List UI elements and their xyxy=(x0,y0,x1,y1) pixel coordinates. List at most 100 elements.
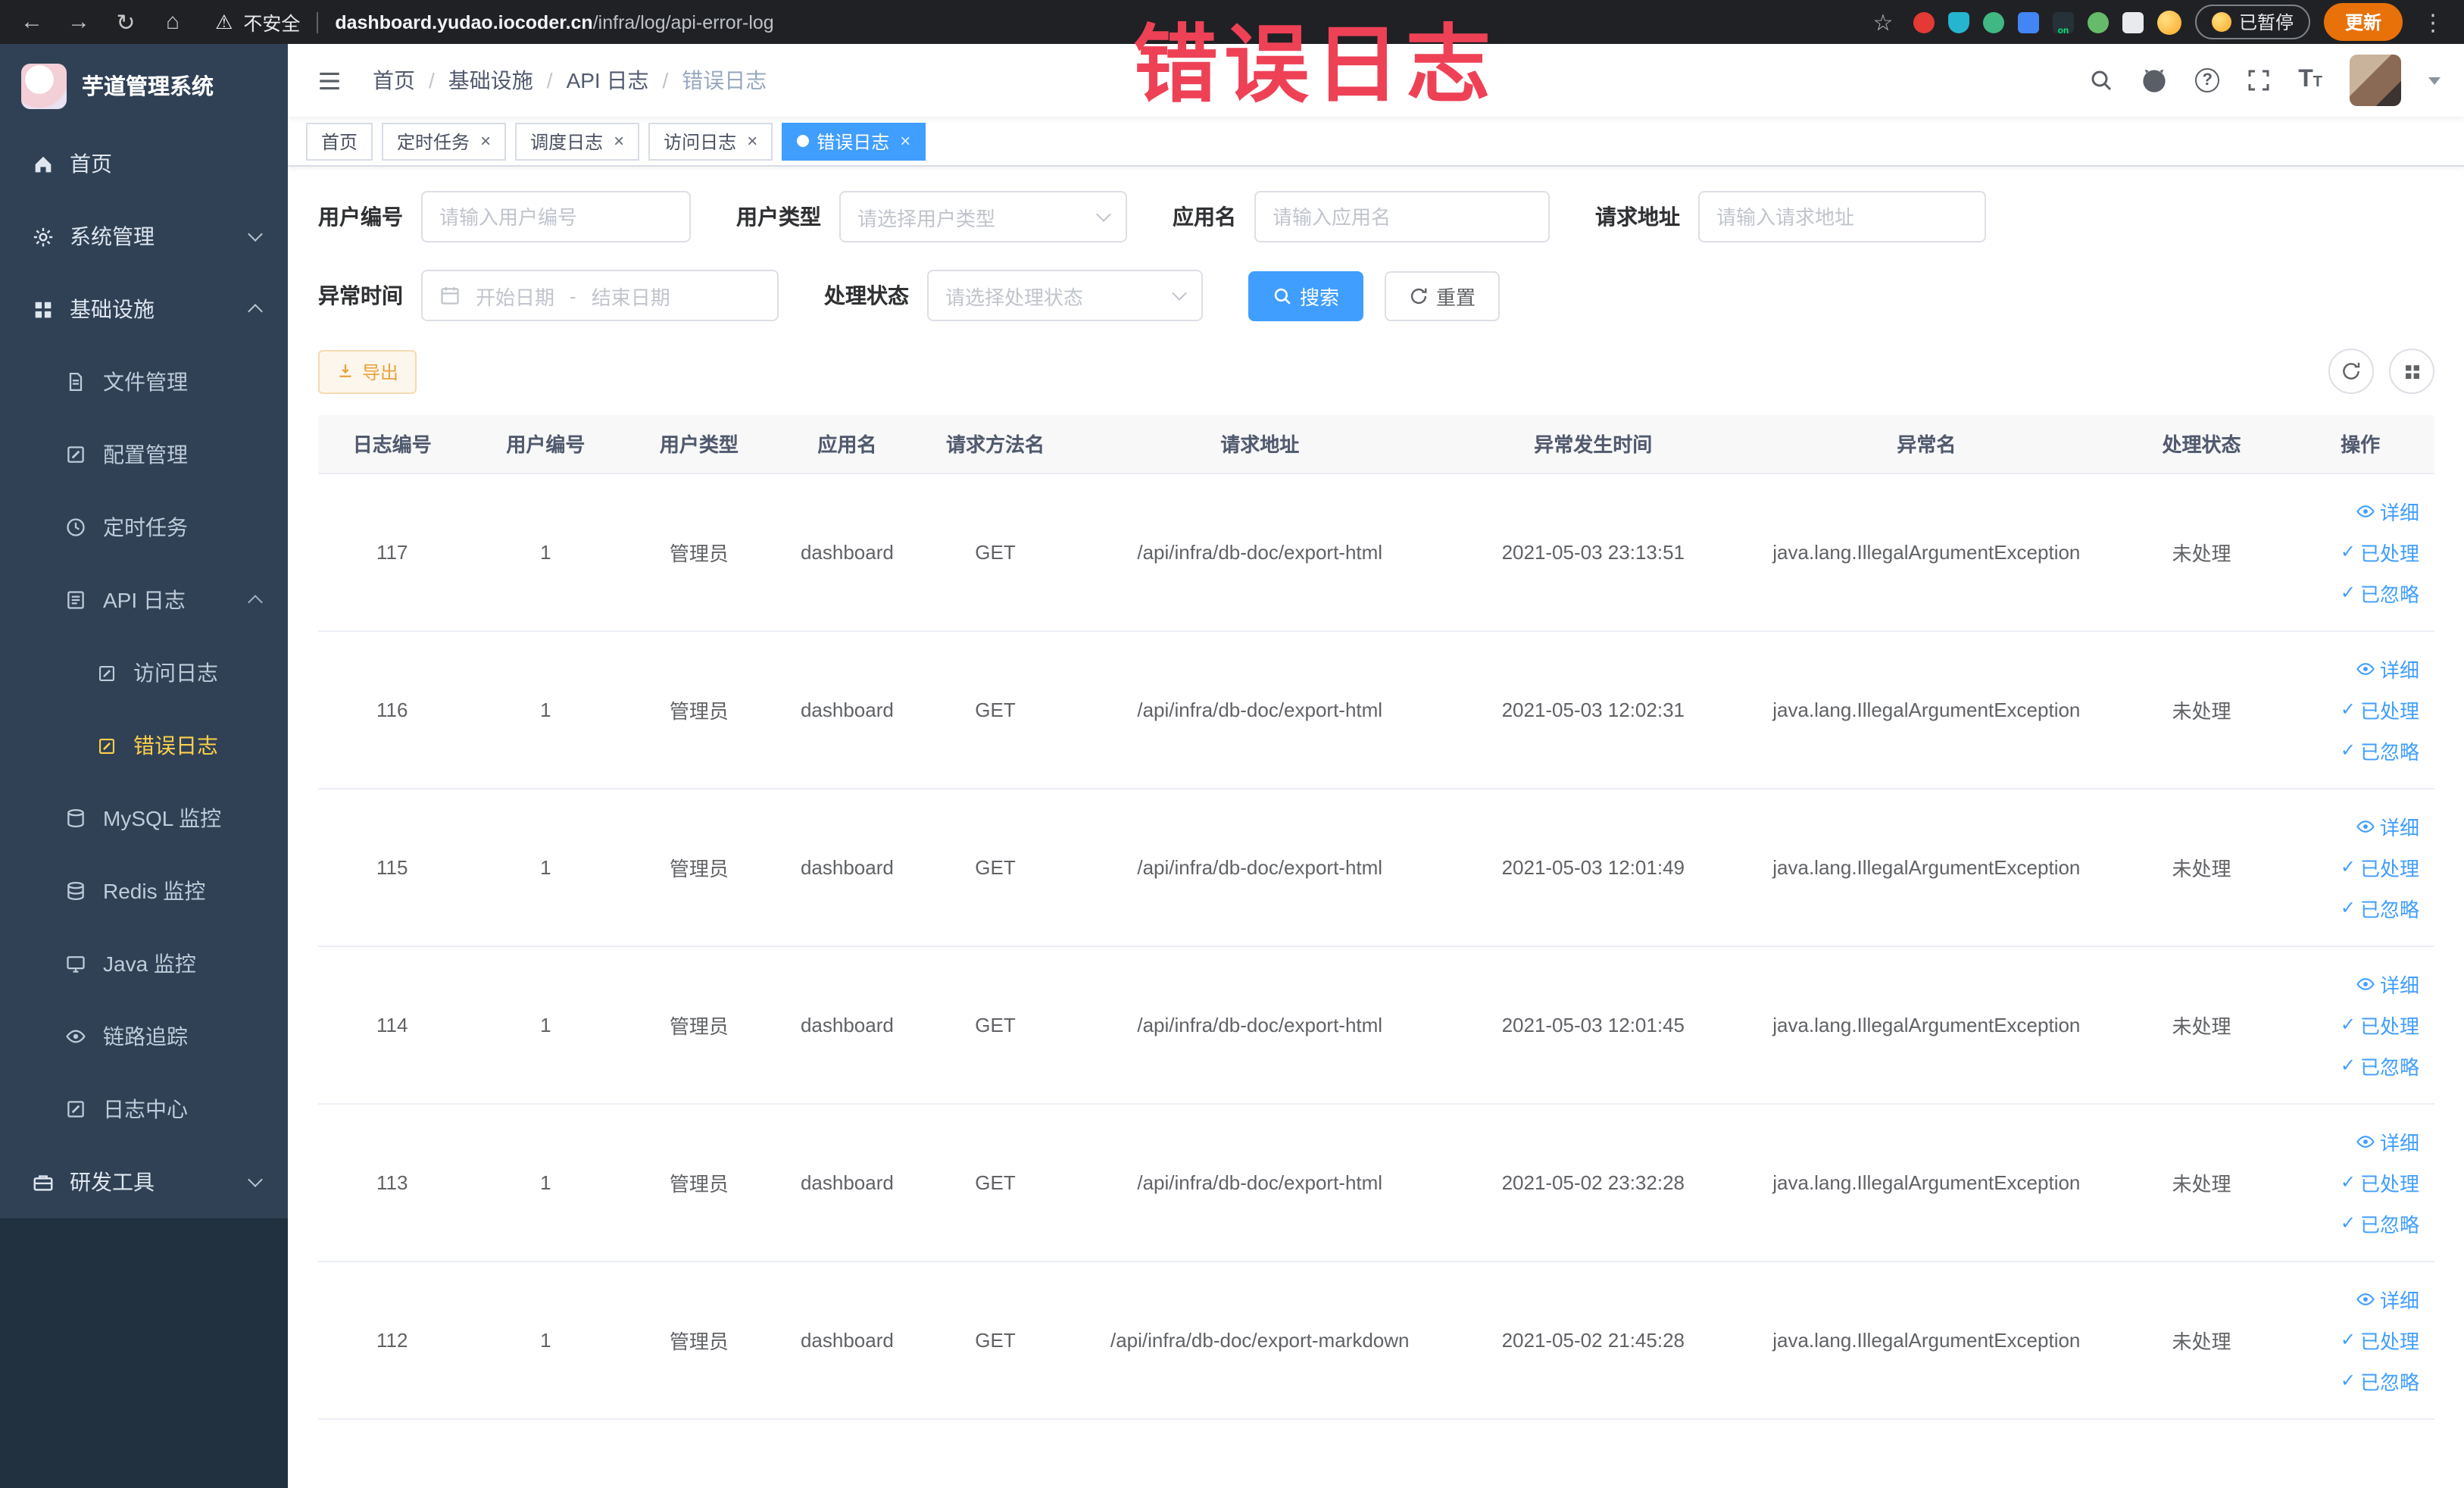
address-bar[interactable]: ⚠ 不安全 dashboard.yudao.iocoder.cn/infra/l… xyxy=(203,8,1853,36)
extension-icon[interactable] xyxy=(1947,11,1969,33)
mark-processed-link[interactable]: ✓ 已处理 xyxy=(2341,1010,2419,1039)
profile-avatar[interactable] xyxy=(2156,10,2181,34)
column-settings-button[interactable] xyxy=(2389,349,2434,394)
sidebar-item-api-logs[interactable]: API 日志 xyxy=(0,564,288,636)
extension-icon[interactable] xyxy=(2087,11,2109,33)
tab-access-log[interactable]: 访问日志 × xyxy=(648,122,773,160)
mark-ignored-link[interactable]: ✓ 已忽略 xyxy=(2341,1366,2419,1395)
sidebar-item-redis-monitor[interactable]: Redis 监控 xyxy=(0,855,288,927)
database-icon xyxy=(64,808,88,829)
detail-link[interactable]: 详细 xyxy=(2356,654,2419,683)
sidebar-toggle-button[interactable] xyxy=(312,64,345,97)
sidebar-item-dev-tools[interactable]: 研发工具 xyxy=(0,1146,288,1218)
user-id-input[interactable] xyxy=(421,191,691,242)
filter-row-2: 异常时间 开始日期 - 结束日期 处理状态 请选择处理状态 搜索 重置 xyxy=(318,270,2434,321)
sidebar-item-access-log[interactable]: 访问日志 xyxy=(0,636,288,709)
tab-scheduled-tasks[interactable]: 定时任务 × xyxy=(382,122,507,160)
bookmark-star-icon[interactable]: ☆ xyxy=(1866,5,1900,39)
table-row: 112 1 管理员 dashboard GET /api/infra/db-do… xyxy=(318,1261,2434,1419)
tab-schedule-log[interactable]: 调度日志 × xyxy=(515,122,640,160)
detail-link[interactable]: 详细 xyxy=(2356,811,2419,840)
detail-link[interactable]: 详细 xyxy=(2356,496,2419,525)
extension-icon[interactable]: on xyxy=(2052,11,2074,36)
mark-processed-link[interactable]: ✓ 已处理 xyxy=(2341,852,2419,881)
request-url-input[interactable] xyxy=(1698,191,1986,242)
browser-menu-icon[interactable]: ⋮ xyxy=(2416,5,2450,39)
actions-cell: 详细 ✓ 已处理 ✓ 已忽略 xyxy=(2286,788,2434,946)
mark-ignored-link[interactable]: ✓ 已忽略 xyxy=(2341,736,2419,764)
sidebar-item-java-monitor[interactable]: Java 监控 xyxy=(0,927,288,1000)
extension-icon[interactable] xyxy=(2017,11,2039,33)
detail-link[interactable]: 详细 xyxy=(2356,1284,2419,1313)
sidebar-item-mysql-monitor[interactable]: MySQL 监控 xyxy=(0,782,288,855)
mark-processed-link[interactable]: ✓ 已处理 xyxy=(2341,695,2419,724)
mark-ignored-link[interactable]: ✓ 已忽略 xyxy=(2341,1051,2419,1080)
exception-time-range-picker[interactable]: 开始日期 - 结束日期 xyxy=(421,270,779,321)
user-type-cell: 管理员 xyxy=(625,1103,773,1261)
close-icon[interactable]: × xyxy=(747,132,757,150)
export-button[interactable]: 导出 xyxy=(318,349,417,393)
top-navbar: 首页 / 基础设施 / API 日志 / 错误日志 ? TT xyxy=(288,44,2464,117)
eye-icon xyxy=(2356,1289,2375,1308)
sidebar-item-system[interactable]: 系统管理 xyxy=(0,200,288,273)
detail-link[interactable]: 详细 xyxy=(2356,969,2419,998)
clock-icon xyxy=(64,517,88,538)
refresh-button[interactable] xyxy=(2328,349,2374,394)
security-label: 不安全 xyxy=(243,14,301,35)
avatar-caret-icon[interactable] xyxy=(2428,77,2441,84)
exception-time-cell: 2021-05-03 12:01:45 xyxy=(1450,946,1736,1104)
search-icon[interactable] xyxy=(2089,68,2113,92)
column-header: 操作 xyxy=(2286,415,2434,474)
browser-home-button[interactable]: ⌂ xyxy=(156,5,189,39)
field-label: 处理状态 xyxy=(824,283,909,308)
breadcrumb-item[interactable]: API 日志 xyxy=(567,65,649,95)
sidebar-item-link-tracing[interactable]: 链路追踪 xyxy=(0,1000,288,1073)
extension-icon[interactable] xyxy=(1982,11,2004,33)
app-name-input[interactable] xyxy=(1254,191,1550,242)
github-icon[interactable] xyxy=(2141,67,2168,94)
sidebar-item-infrastructure[interactable]: 基础设施 xyxy=(0,273,288,345)
tab-home[interactable]: 首页 xyxy=(306,122,373,160)
action-label: 已处理 xyxy=(2359,1172,2419,1195)
extension-icon[interactable] xyxy=(1913,11,1935,33)
app-title: 芋道管理系统 xyxy=(82,76,214,100)
sidebar-item-error-log[interactable]: 错误日志 xyxy=(0,709,288,782)
sidebar-item-home[interactable]: 首页 xyxy=(0,127,288,200)
back-button[interactable]: ← xyxy=(15,5,48,39)
mark-ignored-link[interactable]: ✓ 已忽略 xyxy=(2341,893,2419,922)
mark-ignored-link[interactable]: ✓ 已忽略 xyxy=(2341,578,2419,607)
search-button[interactable]: 搜索 xyxy=(1248,270,1364,320)
font-size-icon[interactable]: TT xyxy=(2298,67,2322,92)
sidebar-item-scheduled-tasks[interactable]: 定时任务 xyxy=(0,491,288,564)
sidebar-item-file-management[interactable]: 文件管理 xyxy=(0,345,288,418)
sidebar-item-label: 文件管理 xyxy=(103,370,188,394)
help-icon[interactable]: ? xyxy=(2195,68,2220,92)
close-icon[interactable]: × xyxy=(900,132,910,150)
method-cell: GET xyxy=(921,788,1070,946)
user-avatar[interactable] xyxy=(2350,55,2401,106)
mark-ignored-link[interactable]: ✓ 已忽略 xyxy=(2341,1208,2419,1237)
fullscreen-icon[interactable] xyxy=(2247,68,2271,92)
extensions-puzzle-icon[interactable] xyxy=(2122,11,2144,33)
mark-processed-link[interactable]: ✓ 已处理 xyxy=(2341,537,2419,566)
user-type-select[interactable]: 请选择用户类型 xyxy=(839,191,1127,242)
mark-processed-link[interactable]: ✓ 已处理 xyxy=(2341,1168,2419,1196)
action-label: 已忽略 xyxy=(2359,740,2419,763)
process-status-select[interactable]: 请选择处理状态 xyxy=(927,270,1203,321)
sidebar-item-config-management[interactable]: 配置管理 xyxy=(0,418,288,491)
close-icon[interactable]: × xyxy=(480,132,491,150)
sidebar-item-log-center[interactable]: 日志中心 xyxy=(0,1073,288,1146)
app-logo[interactable]: 芋道管理系统 xyxy=(0,44,288,127)
close-icon[interactable]: × xyxy=(614,132,624,150)
paused-button[interactable]: 已暂停 xyxy=(2194,5,2310,39)
mark-processed-link[interactable]: ✓ 已处理 xyxy=(2341,1325,2419,1354)
forward-button[interactable]: → xyxy=(62,5,95,39)
tab-error-log[interactable]: 错误日志 × xyxy=(782,122,926,160)
breadcrumb-item[interactable]: 基础设施 xyxy=(448,65,533,95)
update-button[interactable]: 更新 xyxy=(2323,3,2403,41)
reset-button[interactable]: 重置 xyxy=(1385,270,1501,320)
sidebar-item-label: 链路追踪 xyxy=(103,1024,188,1049)
breadcrumb-item[interactable]: 首页 xyxy=(373,65,415,95)
detail-link[interactable]: 详细 xyxy=(2356,1127,2419,1155)
reload-button[interactable]: ↻ xyxy=(109,5,142,39)
